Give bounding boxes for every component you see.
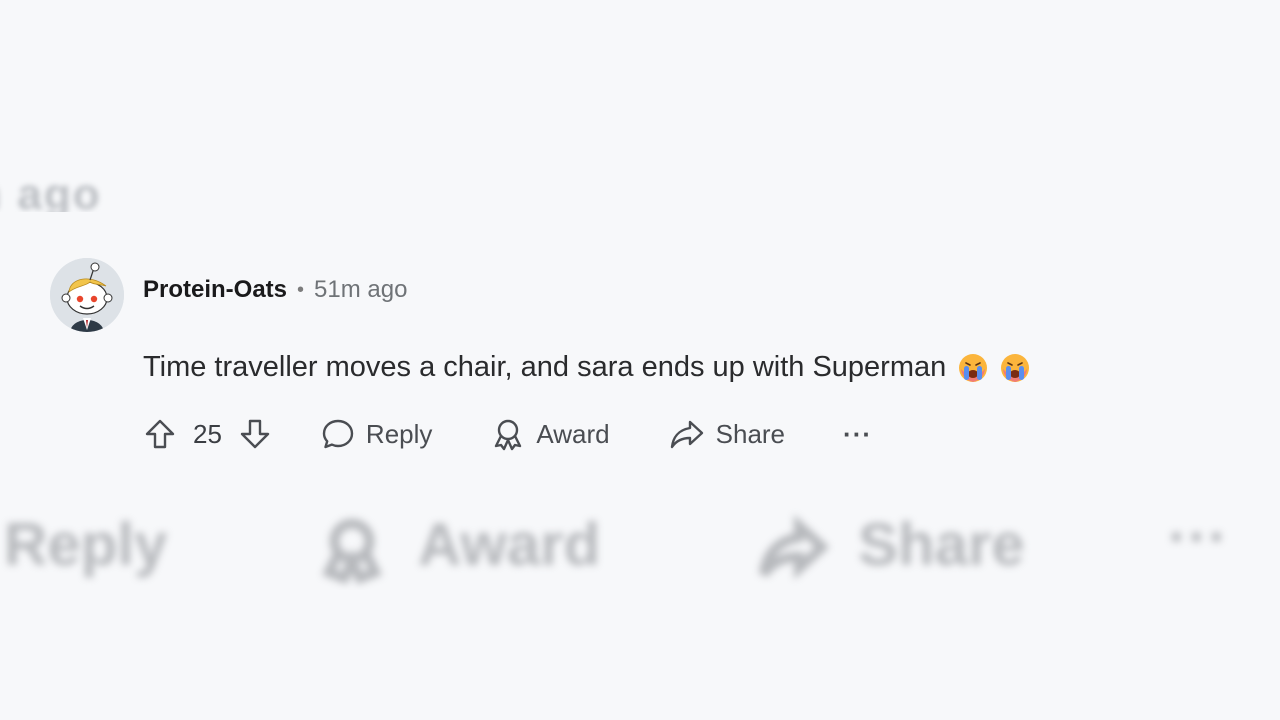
blurred-next-actions: Reply Award Share ··· <box>0 500 1280 590</box>
award-label: Award <box>536 418 610 449</box>
downvote-arrow-icon <box>240 419 270 449</box>
vote-count: 25 <box>193 418 222 449</box>
meta-separator: • <box>297 278 305 301</box>
more-options-icon: ··· <box>843 418 873 449</box>
avatar[interactable] <box>50 258 124 332</box>
comment-text: Time traveller moves a chair, and sara e… <box>143 351 947 383</box>
comment-timestamp[interactable]: 51m ago <box>314 276 407 304</box>
comment-header: Protein-Oats • 51m ago <box>143 276 407 304</box>
blurred-share-label: Share <box>858 511 1025 578</box>
comment-actions: 25 Reply Award Share ··· <box>143 416 872 452</box>
blurred-more-icon: ··· <box>1168 503 1228 570</box>
blurred-reply-label: Reply <box>4 511 168 578</box>
more-options-button[interactable]: ··· <box>843 419 872 450</box>
upvote-button[interactable] <box>143 417 177 451</box>
crying-face-icon <box>1000 353 1030 383</box>
blurred-previous-comment: m ago <box>0 172 175 212</box>
page: m ago <box>0 0 1280 720</box>
share-arrow-icon <box>670 420 703 449</box>
snoo-avatar-icon <box>50 258 124 332</box>
blurred-time-text: m ago <box>0 172 102 212</box>
speech-bubble-icon <box>322 419 354 449</box>
share-button[interactable]: Share <box>668 416 785 452</box>
author-username[interactable]: Protein-Oats <box>143 276 287 304</box>
upvote-arrow-icon <box>145 419 175 449</box>
reply-label: Reply <box>365 418 433 449</box>
crying-face-icon <box>958 353 988 383</box>
blurred-share-icon <box>759 514 830 580</box>
downvote-button[interactable] <box>238 417 272 451</box>
blurred-award-icon <box>321 518 383 584</box>
comment-body: Time traveller moves a chair, and sara e… <box>143 351 1030 384</box>
share-label: Share <box>715 418 786 449</box>
award-ribbon-icon <box>495 419 522 451</box>
blurred-award-label: Award <box>418 511 601 578</box>
reply-button[interactable]: Reply <box>320 416 432 452</box>
award-button[interactable]: Award <box>490 416 610 452</box>
